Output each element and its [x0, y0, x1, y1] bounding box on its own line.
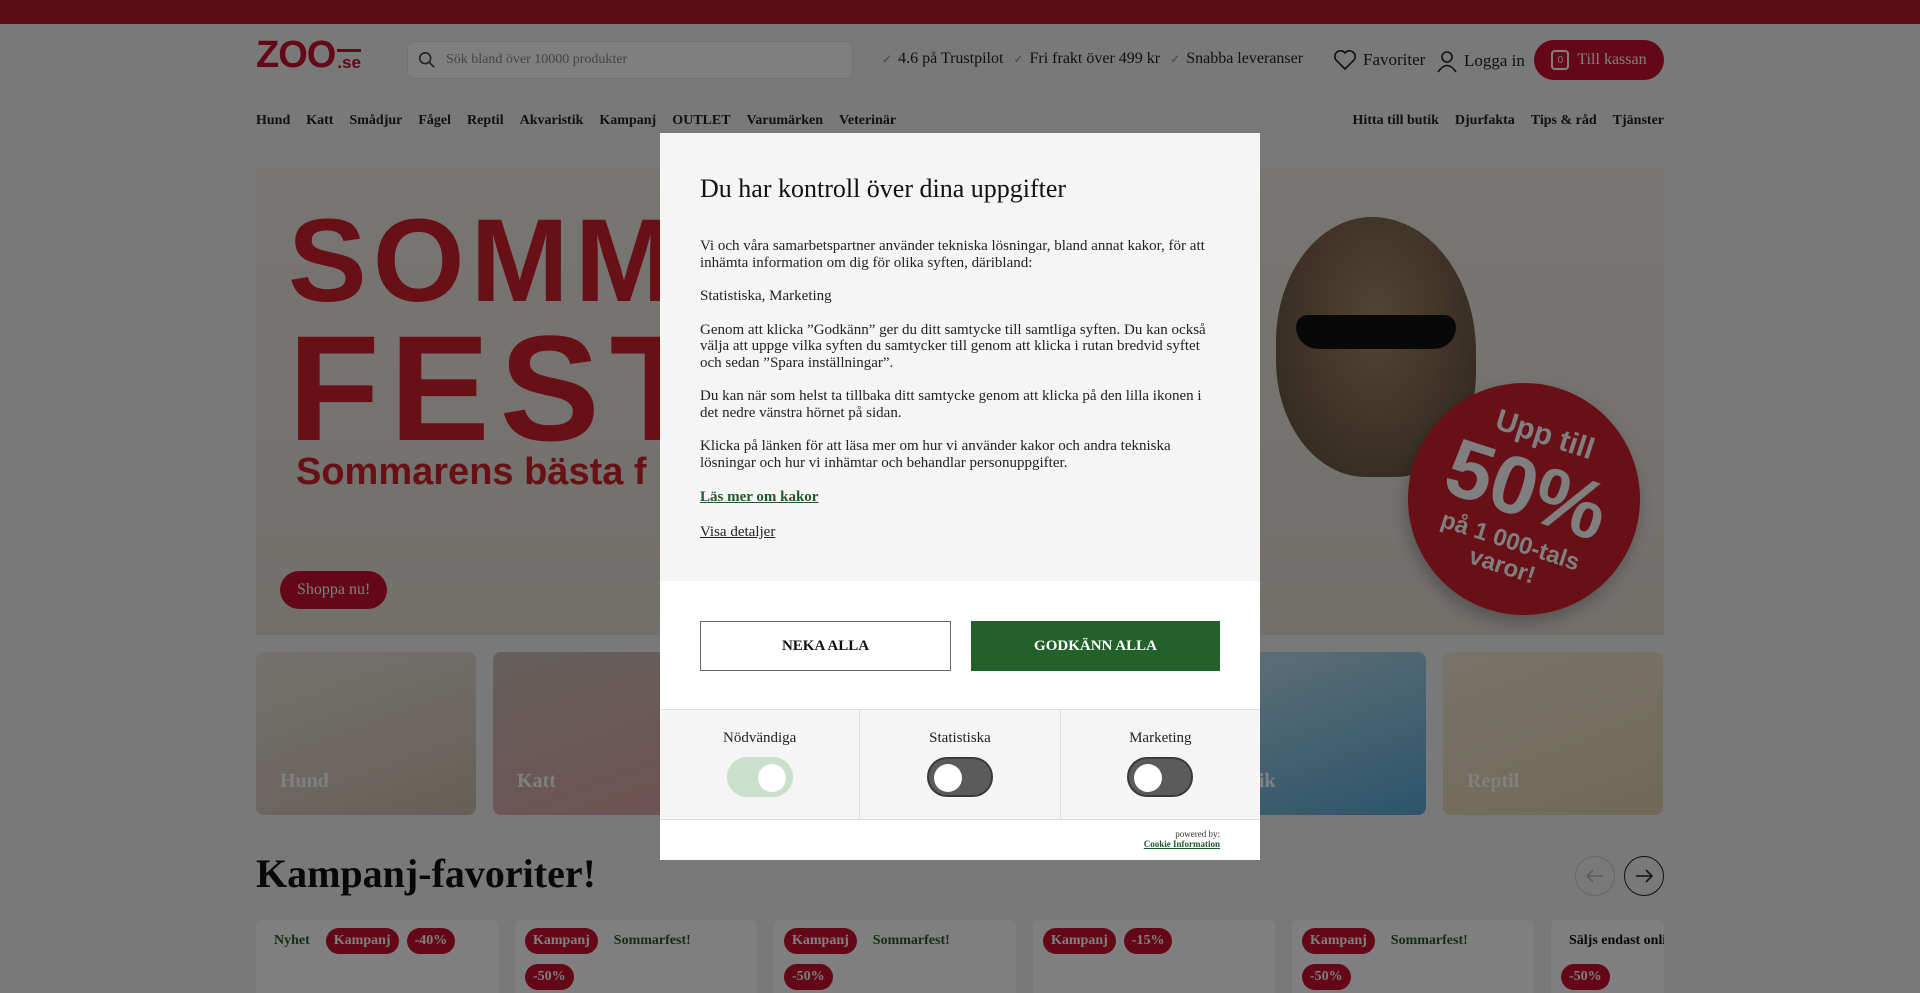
- consent-category-label: Statistiska: [929, 730, 991, 746]
- consent-purposes: Statistiska, Marketing: [700, 288, 832, 305]
- consent-category-marketing: Marketing: [1061, 710, 1260, 819]
- read-more-link[interactable]: Läs mer om kakor: [700, 489, 818, 506]
- consent-body: Du har kontroll över dina uppgifter Vi o…: [660, 133, 1260, 581]
- toggle-knob: [1134, 764, 1163, 792]
- consent-text: Genom att klicka ”Godkänn” ger du ditt s…: [700, 321, 1206, 371]
- toggle-knob: [757, 764, 786, 792]
- statistics-toggle[interactable]: [926, 757, 993, 797]
- consent-category-label: Marketing: [1129, 730, 1192, 746]
- cookie-consent-dialog: Du har kontroll över dina uppgifter Vi o…: [660, 133, 1260, 860]
- powered-by: powered by: Cookie Information: [1144, 829, 1220, 850]
- accept-all-button[interactable]: GODKÄNN ALLA: [971, 621, 1220, 671]
- consent-category-label: Nödvändiga: [723, 730, 797, 746]
- necessary-toggle: [726, 757, 793, 797]
- consent-text: Du kan när som helst ta tillbaka ditt sa…: [700, 388, 1202, 421]
- consent-text: Klicka på länken för att läsa mer om hur…: [700, 438, 1171, 471]
- deny-all-button[interactable]: NEKA ALLA: [700, 621, 951, 671]
- consent-category-statistics: Statistiska: [860, 710, 1061, 819]
- consent-footer: powered by: Cookie Information: [660, 819, 1260, 860]
- toggle-knob: [933, 764, 962, 792]
- cookie-information-link[interactable]: Cookie Information: [1144, 839, 1220, 850]
- consent-title: Du har kontroll över dina uppgifter: [700, 174, 1067, 203]
- show-details-link[interactable]: Visa detaljer: [700, 524, 1220, 541]
- consent-actions: NEKA ALLA GODKÄNN ALLA: [660, 581, 1260, 709]
- consent-categories: Nödvändiga Statistiska Marketing: [660, 709, 1260, 819]
- consent-category-necessary: Nödvändiga: [660, 710, 861, 819]
- marketing-toggle[interactable]: [1127, 757, 1194, 797]
- consent-text: Vi och våra samarbetspartner använder te…: [700, 238, 1205, 271]
